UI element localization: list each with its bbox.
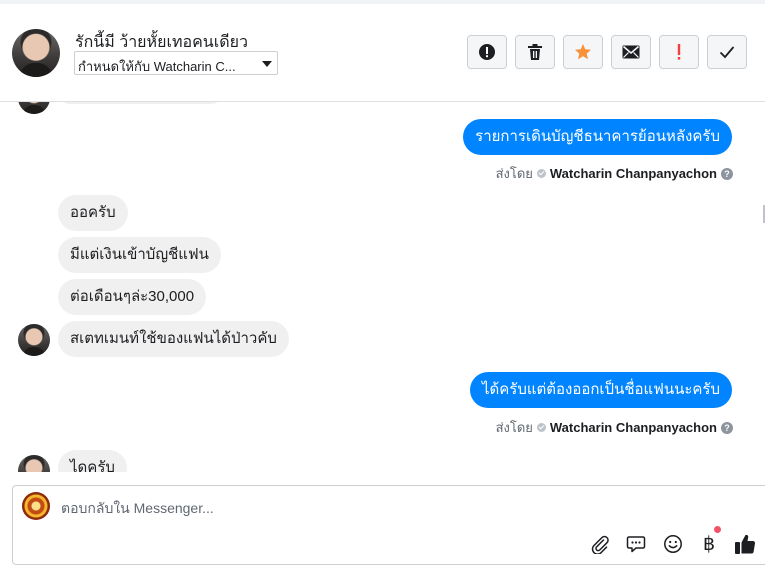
verified-icon — [536, 169, 546, 178]
mark-spam-button[interactable] — [467, 35, 507, 69]
follow-up-icon — [677, 44, 681, 60]
conversation-header: รักนี้มี ว้ายหั้ยเทอคนเดียว กำหนดให้กับ … — [0, 4, 765, 102]
baht-payment-icon: ฿ — [702, 533, 716, 555]
like-button[interactable] — [733, 532, 757, 556]
thumbs-up-icon — [735, 534, 756, 554]
message-bubble-incoming: ต่อเดือนๆล่ะ30,000 — [58, 279, 207, 315]
contact-avatar-small — [18, 102, 50, 114]
contact-avatar-small — [18, 455, 50, 472]
reply-composer: ฿ — [12, 485, 765, 565]
chevron-down-icon — [262, 61, 272, 67]
emoji-icon — [664, 535, 682, 553]
saved-reply-button[interactable] — [624, 532, 648, 556]
star-button[interactable] — [563, 35, 603, 69]
star-icon — [575, 44, 591, 60]
verified-icon — [536, 423, 546, 432]
assign-dropdown[interactable]: กำหนดให้กับ Watcharin C... — [74, 51, 278, 75]
contact-avatar[interactable] — [12, 29, 60, 77]
message-bubble-outgoing: รายการเดินบัญชีธนาคารย้อนหลังครับ — [463, 119, 732, 155]
attach-button[interactable] — [588, 532, 612, 556]
assign-label: กำหนดให้กับ Watcharin C... — [78, 59, 236, 74]
sent-by-agent[interactable]: Watcharin Chanpanyachon — [550, 166, 717, 181]
page-avatar — [22, 492, 50, 520]
sent-by-prefix: ส่งโดย — [495, 420, 533, 435]
message-bubble-incoming: ไดครับ — [58, 450, 127, 472]
message-bubble-outgoing: ได้ครับแต่ต้องออกเป็นชื่อแฟนนะครับ — [469, 372, 732, 408]
follow-up-button[interactable] — [659, 35, 699, 69]
message-bubble-incoming: ออครับ — [58, 195, 128, 231]
sent-by-line: ส่งโดย Watcharin Chanpanyachon ? — [496, 163, 733, 184]
payment-button[interactable]: ฿ — [697, 532, 721, 556]
emoji-button[interactable] — [661, 532, 685, 556]
paperclip-icon — [591, 535, 609, 554]
message-bubble-incoming: สเตทเมนท์ใช้ของแฟนได้ป่าวคับ — [58, 321, 289, 357]
help-icon[interactable]: ? — [721, 421, 733, 434]
notification-dot — [714, 526, 721, 533]
mark-unread-button[interactable] — [611, 35, 651, 69]
check-icon — [719, 46, 735, 59]
sent-by-agent[interactable]: Watcharin Chanpanyachon — [550, 420, 717, 435]
help-icon[interactable]: ? — [721, 167, 733, 180]
saved-reply-icon — [626, 536, 646, 553]
spam-icon — [479, 44, 495, 60]
message-bubble-incoming: มีแต่เงินเข้าบัญชีแฟน — [58, 237, 221, 273]
delete-button[interactable] — [515, 35, 555, 69]
trash-icon — [528, 44, 542, 60]
mark-done-button[interactable] — [707, 35, 747, 69]
contact-avatar-small — [18, 324, 50, 356]
message-thread[interactable]: รายการเดินบัญชีธนาคารย้อนหลังครับ ส่งโดย… — [0, 102, 765, 472]
envelope-icon — [622, 45, 640, 59]
sent-by-line: ส่งโดย Watcharin Chanpanyachon ? — [496, 417, 733, 438]
message-bubble-partial — [58, 102, 223, 104]
sent-by-prefix: ส่งโดย — [495, 166, 533, 181]
reply-input[interactable] — [61, 500, 561, 516]
